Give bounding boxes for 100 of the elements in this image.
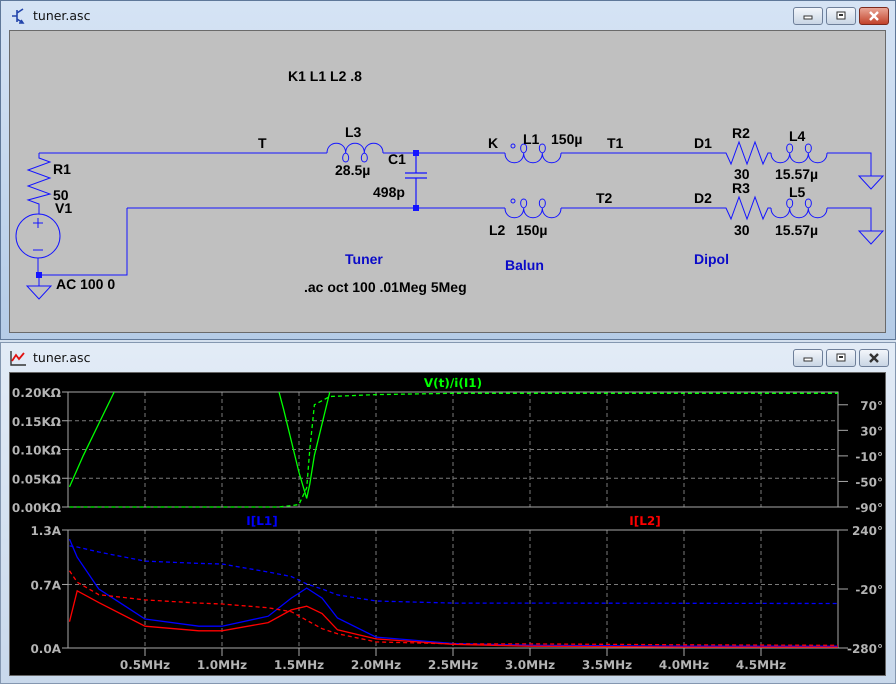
minimize-button[interactable] [793, 348, 823, 366]
maximize-icon [834, 352, 848, 362]
voltage-source-symbol [16, 214, 60, 258]
close-button[interactable] [859, 6, 889, 24]
axis-label: 1.0MHz [196, 658, 248, 672]
axis-label: 30° [860, 424, 883, 438]
tick-mark [62, 478, 68, 479]
component-name: L3 [345, 124, 362, 140]
window-title: tuner.asc [33, 350, 90, 365]
close-button[interactable] [859, 348, 889, 366]
minimize-button[interactable] [793, 6, 823, 24]
transistor-icon [9, 6, 27, 24]
tick-mark [838, 455, 848, 456]
axis-label: 1.5MHz [274, 658, 324, 672]
resistor-symbol [720, 140, 772, 166]
axis-label: 3.5MHz [582, 658, 632, 672]
axis-label: 2.5MHz [428, 658, 478, 672]
net-label: T [258, 135, 267, 151]
ground-symbol [858, 176, 884, 190]
axis-label: -10° [855, 450, 883, 464]
inductor-symbol [504, 198, 562, 218]
axis-label: -90° [855, 501, 883, 515]
axis-label: 2.0MHz [350, 658, 402, 672]
tick-mark [838, 430, 848, 431]
component-name: R3 [732, 180, 750, 196]
tick-mark [62, 420, 68, 422]
tick-mark [62, 506, 68, 508]
component-value: 15.57µ [775, 166, 818, 182]
component-value: 30 [734, 166, 750, 182]
net-label: T1 [607, 135, 624, 151]
component-name: L5 [789, 184, 806, 200]
maximize-button[interactable] [826, 348, 856, 366]
axis-label: 0.00KΩ [12, 501, 61, 515]
tick-mark [298, 648, 300, 656]
tick-mark [62, 584, 68, 585]
axis-label: -50° [855, 475, 883, 490]
window-title: tuner.asc [33, 8, 90, 23]
component-value: AC 100 0 [56, 276, 116, 292]
net-label: K [488, 135, 498, 151]
wire [826, 208, 872, 232]
axis-label: -20° [855, 583, 883, 597]
net-label: D1 [694, 135, 712, 151]
trace-label: I[L2] [629, 514, 661, 528]
spice-directive: .ac oct 100 .01Meg 5Meg [304, 279, 467, 295]
close-icon [867, 352, 881, 362]
component-name: V1 [55, 200, 72, 216]
wire [826, 152, 872, 176]
tick-mark [144, 648, 146, 656]
axis-label: 0.7A [30, 578, 61, 592]
tick-mark [452, 648, 454, 656]
inductor-symbol [770, 198, 828, 218]
trace-label: V(t)/i(I1) [424, 376, 482, 390]
component-value: 50 [53, 187, 69, 203]
component-name: L4 [789, 128, 806, 144]
axis-label: 240° [852, 524, 883, 538]
component-value: 498p [373, 184, 405, 200]
close-icon [867, 10, 881, 20]
axis-label: 0.20KΩ [12, 386, 61, 400]
block-label: Balun [505, 257, 544, 273]
axis-label: 0.05KΩ [12, 472, 61, 486]
tick-mark [838, 480, 848, 482]
axis-label: 4.5MHz [736, 658, 786, 672]
component-value: 28.5µ [335, 162, 370, 178]
component-name: R1 [53, 161, 71, 177]
trace-label: I[L1] [246, 514, 278, 528]
tick-mark [838, 506, 848, 508]
ground-symbol [858, 230, 884, 245]
axis-label: 3.0MHz [504, 658, 556, 672]
component-value: 150µ [516, 222, 548, 238]
axis-label: 4.0MHz [658, 658, 710, 672]
block-label: Dipol [694, 251, 729, 267]
axis-label: 0.5MHz [120, 658, 170, 672]
component-value: 15.57µ [775, 222, 818, 238]
maximize-icon [834, 10, 848, 20]
component-value: 150µ [551, 131, 582, 147]
tick-mark [838, 588, 848, 590]
resistor-symbol [26, 152, 52, 214]
tick-mark [838, 404, 848, 406]
component-name: L2 [489, 222, 506, 238]
tick-mark [606, 648, 608, 656]
resistor-symbol [720, 196, 772, 220]
maximize-button[interactable] [826, 6, 856, 24]
inductor-symbol [770, 144, 828, 164]
inductor-symbol [326, 142, 384, 162]
component-name: R2 [732, 125, 750, 141]
axis-label: 0.0A [30, 642, 61, 656]
net-label: T2 [596, 190, 612, 206]
tick-mark [62, 449, 68, 450]
axis-label: 1.3A [30, 524, 61, 538]
axis-label: 0.15KΩ [12, 414, 61, 429]
axis-label: 0.10KΩ [12, 444, 61, 458]
block-label: Tuner [345, 251, 383, 267]
net-label: D2 [694, 190, 712, 206]
axis-label: 70° [860, 398, 883, 413]
component-name: L1 [523, 131, 540, 147]
component-name: C1 [388, 151, 406, 167]
axis-label: -280° [846, 642, 883, 656]
tick-mark [760, 648, 762, 656]
component-value: 30 [734, 222, 750, 238]
waveform-icon [9, 348, 27, 366]
